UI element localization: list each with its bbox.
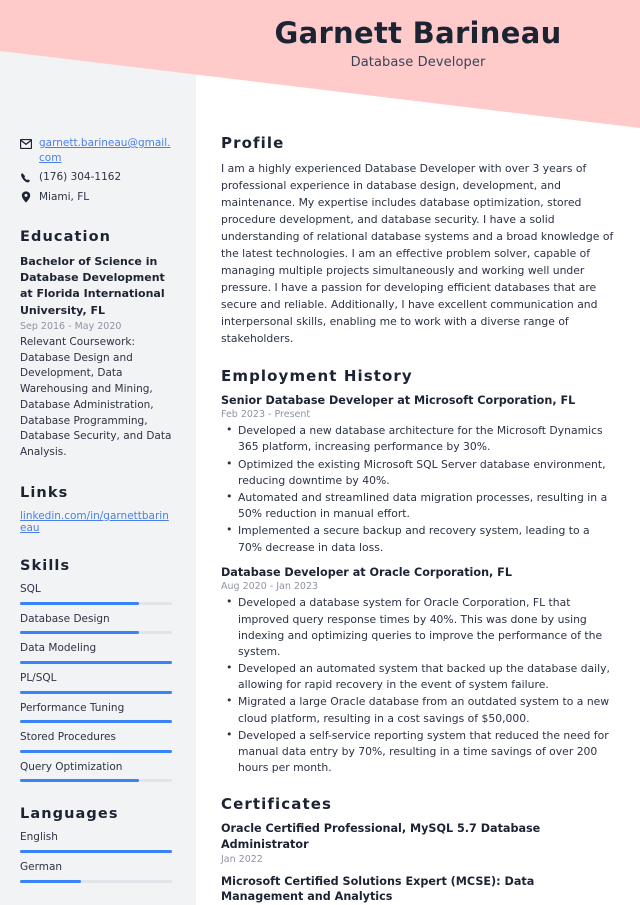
job-bullet: Automated and streamlined data migration…	[221, 489, 614, 522]
certificate-entry: Microsoft Certified Solutions Expert (MC…	[221, 874, 614, 905]
job-bullet: Developed a new database architecture fo…	[221, 422, 614, 455]
jobs-list: Senior Database Developer at Microsoft C…	[221, 393, 614, 777]
employment-heading: Employment History	[221, 366, 413, 385]
certificates-heading: Certificates	[221, 795, 333, 814]
skill-label: SQL	[20, 582, 41, 595]
skill-meter-track	[20, 631, 172, 635]
language-meter-track	[20, 850, 172, 854]
profile-heading: Profile	[221, 134, 285, 152]
contact-item-email: garnett.barineau@gmail.com	[20, 136, 174, 166]
language-label: German	[20, 861, 63, 874]
language-item: German	[20, 861, 174, 883]
links-list: linkedin.com/in/garnettbarineau	[20, 510, 174, 534]
language-meter-track	[20, 879, 172, 883]
skill-meter-fill	[20, 601, 139, 605]
job-title: Database Developer at Oracle Corporation…	[221, 565, 512, 579]
certificate-name: Microsoft Certified Solutions Expert (MC…	[221, 874, 535, 904]
job-entry: Database Developer at Oracle Corporation…	[221, 565, 614, 777]
skill-label: Performance Tuning	[20, 701, 125, 714]
skill-meter-fill	[20, 720, 172, 724]
main-content: Profile I am a highly experienced Databa…	[196, 0, 640, 905]
job-bullet: Migrated a large Oracle database from an…	[221, 693, 614, 726]
job-bullet: Developed a database system for Oracle C…	[221, 594, 614, 660]
profile-text: I am a highly experienced Database Devel…	[221, 162, 614, 346]
skill-meter-fill	[20, 660, 172, 664]
certificate-entry: Oracle Certified Professional, MySQL 5.7…	[221, 821, 614, 864]
skill-meter-track	[20, 601, 172, 605]
job-bullet: Optimized the existing Microsoft SQL Ser…	[221, 456, 614, 489]
email-link[interactable]: garnett.barineau@gmail.com	[39, 136, 174, 166]
education-date: Sep 2016 - May 2020	[20, 320, 122, 332]
language-label: English	[20, 831, 58, 844]
language-item: English	[20, 831, 174, 854]
job-bullet-list: Developed a new database architecture fo…	[221, 422, 614, 556]
skills-heading: Skills	[20, 557, 71, 574]
education-entry: Bachelor of Science in Database Developm…	[20, 254, 174, 461]
contact-item-phone: (176) 304-1162	[20, 170, 174, 185]
job-bullet-list: Developed a database system for Oracle C…	[221, 594, 614, 777]
job-bullet: Implemented a secure backup and recovery…	[221, 522, 614, 555]
skill-item: Performance Tuning	[20, 702, 174, 724]
map-pin-icon	[20, 191, 32, 204]
profile-section: Profile I am a highly experienced Databa…	[221, 134, 614, 348]
skill-meter-track	[20, 749, 172, 753]
job-date: Aug 2020 - Jan 2023	[221, 581, 319, 593]
skill-meter-track	[20, 720, 172, 724]
education-heading: Education	[20, 228, 112, 245]
skill-label: Query Optimization	[20, 760, 123, 773]
education-degree: Bachelor of Science in Database Developm…	[20, 254, 165, 317]
education-description: Relevant Coursework: Database Design and…	[20, 335, 172, 459]
phone-value: (176) 304-1162	[39, 171, 122, 184]
skill-meter-fill	[20, 690, 172, 694]
skill-item: Stored Procedures	[20, 731, 174, 753]
skill-item: Data Modeling	[20, 642, 174, 664]
sidebar-content: garnett.barineau@gmail.com (176) 304-116…	[0, 0, 196, 905]
skills-list: SQL Database Design Data Modeling PL/SQL Per…	[20, 583, 174, 783]
job-bullet: Developed a self-service reporting syste…	[221, 727, 614, 777]
language-meter-fill	[20, 850, 172, 854]
envelope-icon	[20, 137, 32, 150]
job-bullet: Developed an automated system that backe…	[221, 660, 614, 693]
phone-icon	[20, 171, 32, 184]
contact-list: garnett.barineau@gmail.com (176) 304-116…	[20, 136, 174, 205]
language-meter-fill	[20, 879, 81, 883]
employment-section: Employment History Senior Database Devel…	[221, 367, 614, 777]
languages-list: English German	[20, 831, 174, 883]
job-title: Senior Database Developer at Microsoft C…	[221, 393, 576, 407]
links-heading: Links	[20, 484, 69, 501]
link-item-linkedin[interactable]: linkedin.com/in/garnettbarineau	[20, 510, 174, 534]
certificates-list: Oracle Certified Professional, MySQL 5.7…	[221, 821, 614, 905]
skill-meter-fill	[20, 779, 139, 783]
skill-label: Data Modeling	[20, 642, 97, 655]
languages-heading: Languages	[20, 806, 119, 823]
certificates-section: Certificates Oracle Certified Profession…	[221, 795, 614, 905]
skill-label: Stored Procedures	[20, 731, 116, 744]
certificate-date: Jan 2022	[221, 853, 263, 865]
skill-meter-track	[20, 690, 172, 694]
skill-meter-fill	[20, 749, 172, 753]
skill-label: PL/SQL	[20, 671, 57, 684]
job-date: Feb 2023 - Present	[221, 409, 311, 421]
contact-item-location: Miami, FL	[20, 190, 174, 205]
resume-page: Garnett Barineau Database Developer garn…	[0, 0, 640, 905]
location-value: Miami, FL	[39, 190, 90, 203]
skill-item: Database Design	[20, 613, 174, 635]
skill-meter-track	[20, 660, 172, 664]
skill-meter-track	[20, 779, 172, 783]
skill-item: PL/SQL	[20, 672, 174, 694]
skill-meter-fill	[20, 631, 139, 635]
job-entry: Senior Database Developer at Microsoft C…	[221, 393, 614, 556]
skill-label: Database Design	[20, 612, 110, 625]
skill-item: SQL	[20, 583, 174, 605]
skill-item: Query Optimization	[20, 761, 174, 783]
certificate-name: Oracle Certified Professional, MySQL 5.7…	[221, 822, 541, 852]
